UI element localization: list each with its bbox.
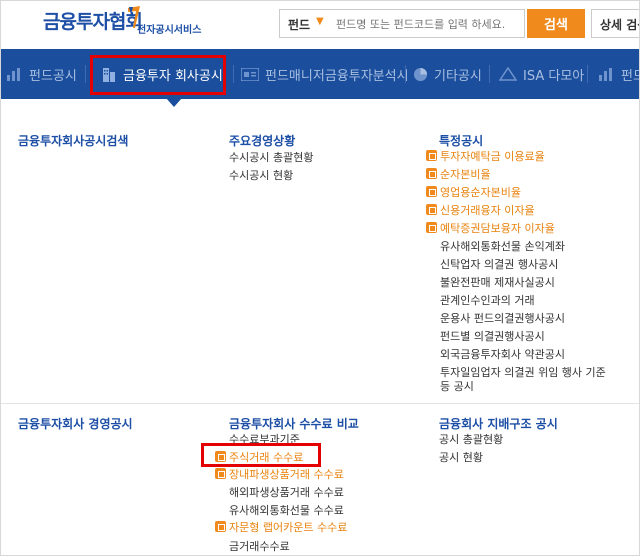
nav-item-other-disclosure[interactable]: 기타공시 — [413, 49, 482, 99]
orange-badge-icon — [215, 468, 226, 479]
menu-item[interactable]: 수시공시 총괄현황 — [229, 151, 313, 165]
menu-item[interactable]: 투자일임업자 의결권 위임 행사 기준 — [440, 366, 606, 380]
nav-pointer — [166, 98, 182, 107]
menu-item[interactable]: 공시 총괄현황 — [439, 433, 503, 447]
nav-item-fund-manager[interactable]: 펀드매니저 금융투자분석시 — [241, 49, 409, 99]
menu-item-label: 영업용순자본비율 — [440, 186, 521, 199]
nav-divider — [405, 65, 406, 83]
menu-item[interactable]: 신용거래융자 이자율 — [426, 204, 535, 218]
active-nav-highlight — [90, 55, 226, 95]
nav-divider — [587, 65, 588, 83]
nav-item-label: ISA 다모아 — [523, 68, 585, 84]
nav-divider — [85, 65, 86, 83]
search-box: 펀드 ▼ — [279, 9, 525, 38]
menu-title-management-disclosure[interactable]: 금융투자회사 경영공시 — [18, 415, 133, 432]
menu-item[interactable]: 장내파생상품거래 수수료 — [215, 468, 344, 482]
menu-item[interactable]: 순자본비율 — [426, 168, 491, 182]
menu-item-label: 예탁증권담보융자 이자율 — [440, 222, 555, 235]
nav-item-label: 펀드 — [621, 68, 639, 84]
orange-badge-icon — [426, 186, 437, 197]
menu-item[interactable]: 신탁업자 의결권 행사공시 — [440, 258, 558, 272]
orange-badge-icon — [426, 150, 437, 161]
menu-title-major-management[interactable]: 주요경영상황 — [229, 132, 295, 149]
page-frame: 금융투자협회 전자공시서비스 펀드 ▼ 검색 상세 검색 펀드공시 — [0, 0, 640, 556]
chevron-down-icon[interactable]: ▼ — [316, 16, 324, 27]
menu-item[interactable]: 유사해외통화선물 손익계좌 — [440, 240, 565, 254]
nav-item-isa[interactable]: ISA 다모아 — [499, 49, 584, 99]
menu-item[interactable]: 등 공시 — [440, 380, 474, 394]
bar-chart-icon — [7, 68, 20, 81]
menu-item[interactable]: 금거래수수료 — [229, 540, 290, 554]
menu-title-company-search[interactable]: 금융투자회사공시검색 — [18, 132, 128, 149]
menu-item[interactable]: 공시 현황 — [439, 451, 483, 465]
menu-item[interactable]: 펀드별 의결권행사공시 — [440, 330, 545, 344]
nav-item-label: 금융투자분석시 — [324, 68, 409, 84]
card-icon — [241, 67, 259, 81]
menu-item[interactable]: 운용사 펀드의결권행사공시 — [440, 312, 565, 326]
section-divider — [1, 403, 639, 404]
nav-item-label: 펀드매니저 — [265, 68, 325, 84]
menu-title-governance-disclosure[interactable]: 금융회사 지배구조 공시 — [439, 415, 558, 432]
nav-divider — [233, 65, 234, 83]
menu-item[interactable]: 유사해외통화선물 수수료 — [229, 504, 344, 518]
menu-item[interactable]: 투자자예탁금 이용료율 — [426, 150, 545, 164]
header: 금융투자협회 전자공시서비스 펀드 ▼ 검색 상세 검색 — [1, 1, 639, 45]
menu-item[interactable]: 관계인수인과의 거래 — [440, 294, 535, 308]
highlight-box-stock-fee — [201, 443, 321, 467]
menu-item[interactable]: 예탁증권담보융자 이자율 — [426, 222, 555, 236]
search-category-select[interactable]: 펀드 — [288, 16, 310, 33]
menu-item-label: 순자본비율 — [440, 168, 491, 181]
bar-chart-icon — [599, 68, 612, 81]
search-input[interactable] — [336, 14, 521, 34]
nav-item-fund[interactable]: 펀드 — [599, 49, 639, 99]
menu-item[interactable]: 해외파생상품거래 수수료 — [229, 486, 344, 500]
logo-sub-text: 전자공시서비스 — [137, 25, 202, 36]
menu-item[interactable]: 자문형 랩어카운트 수수료 — [215, 521, 347, 535]
menu-item-label: 투자자예탁금 이용료율 — [440, 150, 545, 163]
menu-item-label: 장내파생상품거래 수수료 — [229, 468, 344, 481]
nav-item-label: 기타공시 — [434, 68, 482, 84]
menu-item-label: 자문형 랩어카운트 수수료 — [229, 521, 348, 534]
nav-divider — [489, 65, 490, 83]
menu-item-label: 신용거래융자 이자율 — [440, 204, 535, 217]
orange-badge-icon — [426, 222, 437, 233]
menu-item[interactable]: 불완전판매 제재사실공시 — [440, 276, 555, 290]
orange-badge-icon — [215, 521, 226, 532]
menu-title-specific-disclosure[interactable]: 특정공시 — [439, 132, 483, 149]
orange-badge-icon — [426, 168, 437, 179]
menu-item[interactable]: 수시공시 현황 — [229, 169, 293, 183]
isa-icon — [499, 67, 517, 81]
nav-item-label: 펀드공시 — [29, 68, 77, 84]
menu-item[interactable]: 외국금융투자회사 약관공시 — [440, 348, 565, 362]
orange-badge-icon — [426, 204, 437, 215]
search-button[interactable]: 검색 — [527, 9, 585, 38]
menu-item[interactable]: 영업용순자본비율 — [426, 186, 521, 200]
nav-item-fund-disclosure[interactable]: 펀드공시 — [7, 49, 77, 99]
detail-search-button[interactable]: 상세 검색 — [591, 9, 639, 38]
pie-chart-icon — [413, 67, 428, 81]
menu-title-fee-comparison[interactable]: 금융투자회사 수수료 비교 — [229, 415, 359, 432]
